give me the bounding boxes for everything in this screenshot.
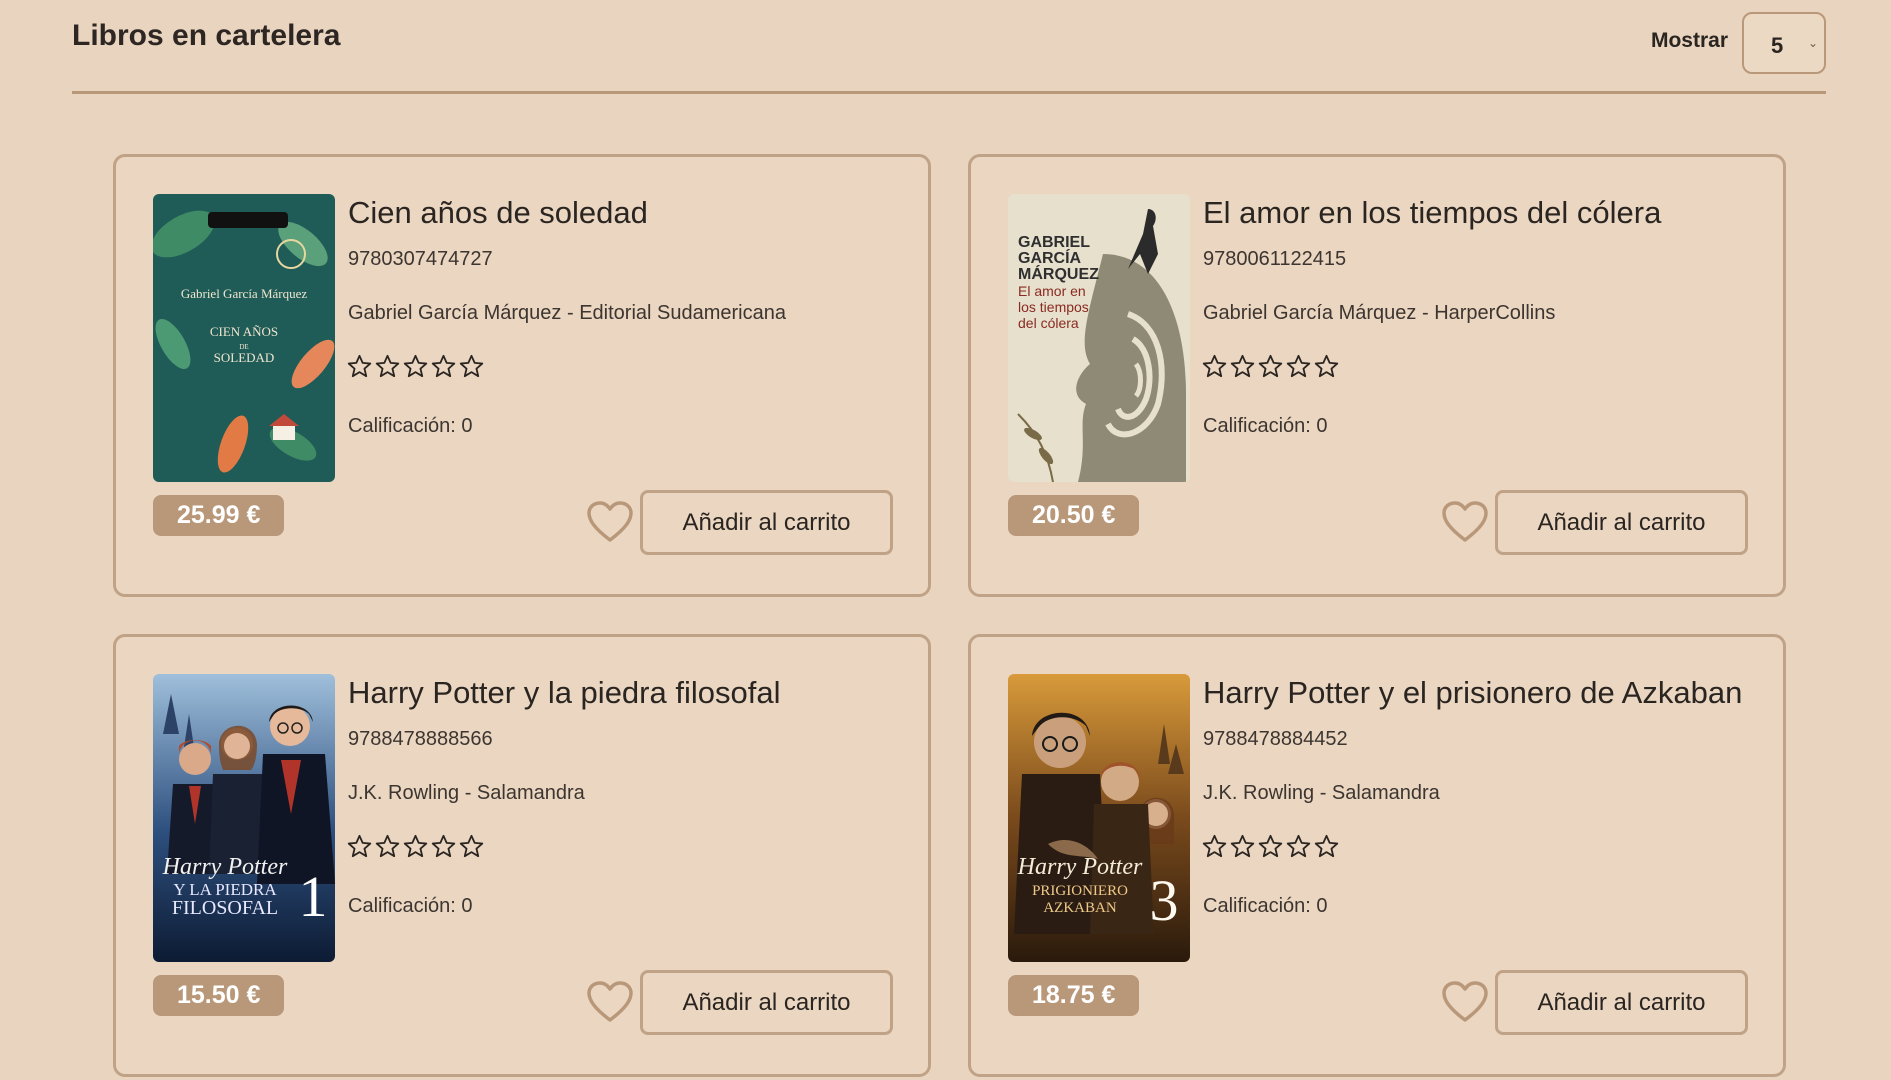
- cover-title-2: FILOSOFAL: [172, 897, 278, 919]
- book-card: Harry Potter PRIGIONIERO AZKABAN 3 Harry…: [968, 634, 1786, 1077]
- book-isbn: 9788478884452: [1203, 728, 1348, 750]
- cover-title-2: AZKABAN: [1043, 900, 1116, 916]
- rating-stars: [346, 833, 485, 860]
- star-outline-icon[interactable]: [1313, 833, 1340, 860]
- book-title[interactable]: Harry Potter y el prisionero de Azkaban: [1203, 675, 1742, 711]
- book-card: GABRIEL GARCÍA MÁRQUEZ El amor en los ti…: [968, 154, 1786, 597]
- cover-number: 1: [299, 864, 328, 929]
- star-outline-icon[interactable]: [458, 353, 485, 380]
- star-outline-icon[interactable]: [1257, 833, 1284, 860]
- book-author-publisher: Gabriel García Márquez - HarperCollins: [1203, 302, 1556, 324]
- cover-author-3: MÁRQUEZ: [1018, 264, 1099, 283]
- book-rating: Calificación: 0: [348, 895, 473, 917]
- book-card: Harry Potter Y LA PIEDRA FILOSOFAL 1 Har…: [113, 634, 931, 1077]
- book-title[interactable]: Cien años de soledad: [348, 195, 648, 231]
- star-outline-icon[interactable]: [1229, 353, 1256, 380]
- star-outline-icon[interactable]: [430, 833, 457, 860]
- chevron-down-icon: ⌄: [1807, 36, 1818, 50]
- book-author-publisher: J.K. Rowling - Salamandra: [348, 782, 585, 804]
- show-label: Mostrar: [1650, 29, 1728, 52]
- page-header: Libros en cartelera Mostrar 5 ⌄: [72, 0, 1826, 94]
- star-outline-icon[interactable]: [1285, 833, 1312, 860]
- star-outline-icon[interactable]: [1201, 353, 1228, 380]
- book-rating: Calificación: 0: [348, 415, 473, 437]
- cover-title-1: El amor en: [1018, 283, 1086, 299]
- cover-author-1: GABRIEL: [1018, 234, 1090, 251]
- cover-brand: Harry Potter: [162, 854, 288, 880]
- add-to-cart-button[interactable]: Añadir al carrito: [1495, 970, 1748, 1035]
- cover-title-3: SOLEDAD: [214, 350, 275, 365]
- rating-stars: [346, 353, 485, 380]
- book-isbn: 9780061122415: [1203, 248, 1347, 270]
- cover-number: 3: [1150, 868, 1179, 933]
- price-badge: 15.50 €: [153, 975, 285, 1016]
- heart-outline-icon[interactable]: [1441, 980, 1489, 1024]
- price-badge: 20.50 €: [1008, 495, 1140, 536]
- cover-brand: Harry Potter: [1017, 854, 1143, 880]
- book-author-publisher: Gabriel García Márquez - Editorial Sudam…: [348, 302, 786, 324]
- rating-stars: [1201, 353, 1340, 380]
- book-title[interactable]: Harry Potter y la piedra filosofal: [348, 675, 780, 711]
- star-outline-icon[interactable]: [1229, 833, 1256, 860]
- price-badge: 18.75 €: [1008, 975, 1140, 1016]
- book-cover-image: Gabriel García Márquez CIEN AÑOS DE SOLE…: [153, 194, 335, 482]
- star-outline-icon[interactable]: [374, 353, 401, 380]
- cover-author: Gabriel García Márquez: [181, 286, 308, 301]
- star-outline-icon[interactable]: [458, 833, 485, 860]
- star-outline-icon[interactable]: [346, 833, 373, 860]
- cover-title-1: CIEN AÑOS: [210, 324, 278, 339]
- page-size-select[interactable]: 5 ⌄: [1742, 12, 1826, 74]
- page-size-value: 5: [1771, 33, 1784, 58]
- star-outline-icon[interactable]: [402, 353, 429, 380]
- star-outline-icon[interactable]: [430, 353, 457, 380]
- heart-outline-icon[interactable]: [586, 980, 634, 1024]
- add-to-cart-button[interactable]: Añadir al carrito: [640, 970, 893, 1035]
- star-outline-icon[interactable]: [1201, 833, 1228, 860]
- book-isbn: 9780307474727: [348, 248, 493, 270]
- star-outline-icon[interactable]: [1257, 353, 1284, 380]
- page-size-control: Mostrar 5 ⌄: [1651, 12, 1826, 74]
- book-title[interactable]: El amor en los tiempos del cólera: [1203, 195, 1661, 231]
- cover-title-1: PRIGIONIERO: [1032, 883, 1128, 899]
- book-cover-image: Harry Potter PRIGIONIERO AZKABAN 3: [1008, 674, 1190, 962]
- star-outline-icon[interactable]: [374, 833, 401, 860]
- book-cover-image: Harry Potter Y LA PIEDRA FILOSOFAL 1: [153, 674, 335, 962]
- heart-outline-icon[interactable]: [586, 500, 634, 544]
- book-card: Gabriel García Márquez CIEN AÑOS DE SOLE…: [113, 154, 931, 597]
- cover-title-2: los tiempos: [1018, 299, 1089, 315]
- book-cover-image: GABRIEL GARCÍA MÁRQUEZ El amor en los ti…: [1008, 194, 1190, 482]
- heart-outline-icon[interactable]: [1441, 500, 1489, 544]
- add-to-cart-button[interactable]: Añadir al carrito: [640, 490, 893, 555]
- star-outline-icon[interactable]: [402, 833, 429, 860]
- page-title: Libros en cartelera: [72, 19, 341, 52]
- star-outline-icon[interactable]: [346, 353, 373, 380]
- rating-stars: [1201, 833, 1340, 860]
- price-badge: 25.99 €: [153, 495, 285, 536]
- book-rating: Calificación: 0: [1203, 415, 1328, 437]
- book-isbn: 9788478888566: [348, 728, 493, 750]
- cover-title-3: del cólera: [1018, 315, 1079, 331]
- star-outline-icon[interactable]: [1285, 353, 1312, 380]
- add-to-cart-button[interactable]: Añadir al carrito: [1495, 490, 1748, 555]
- book-author-publisher: J.K. Rowling - Salamandra: [1203, 782, 1440, 804]
- star-outline-icon[interactable]: [1313, 353, 1340, 380]
- book-rating: Calificación: 0: [1203, 895, 1328, 917]
- cover-author-2: GARCÍA: [1018, 248, 1082, 267]
